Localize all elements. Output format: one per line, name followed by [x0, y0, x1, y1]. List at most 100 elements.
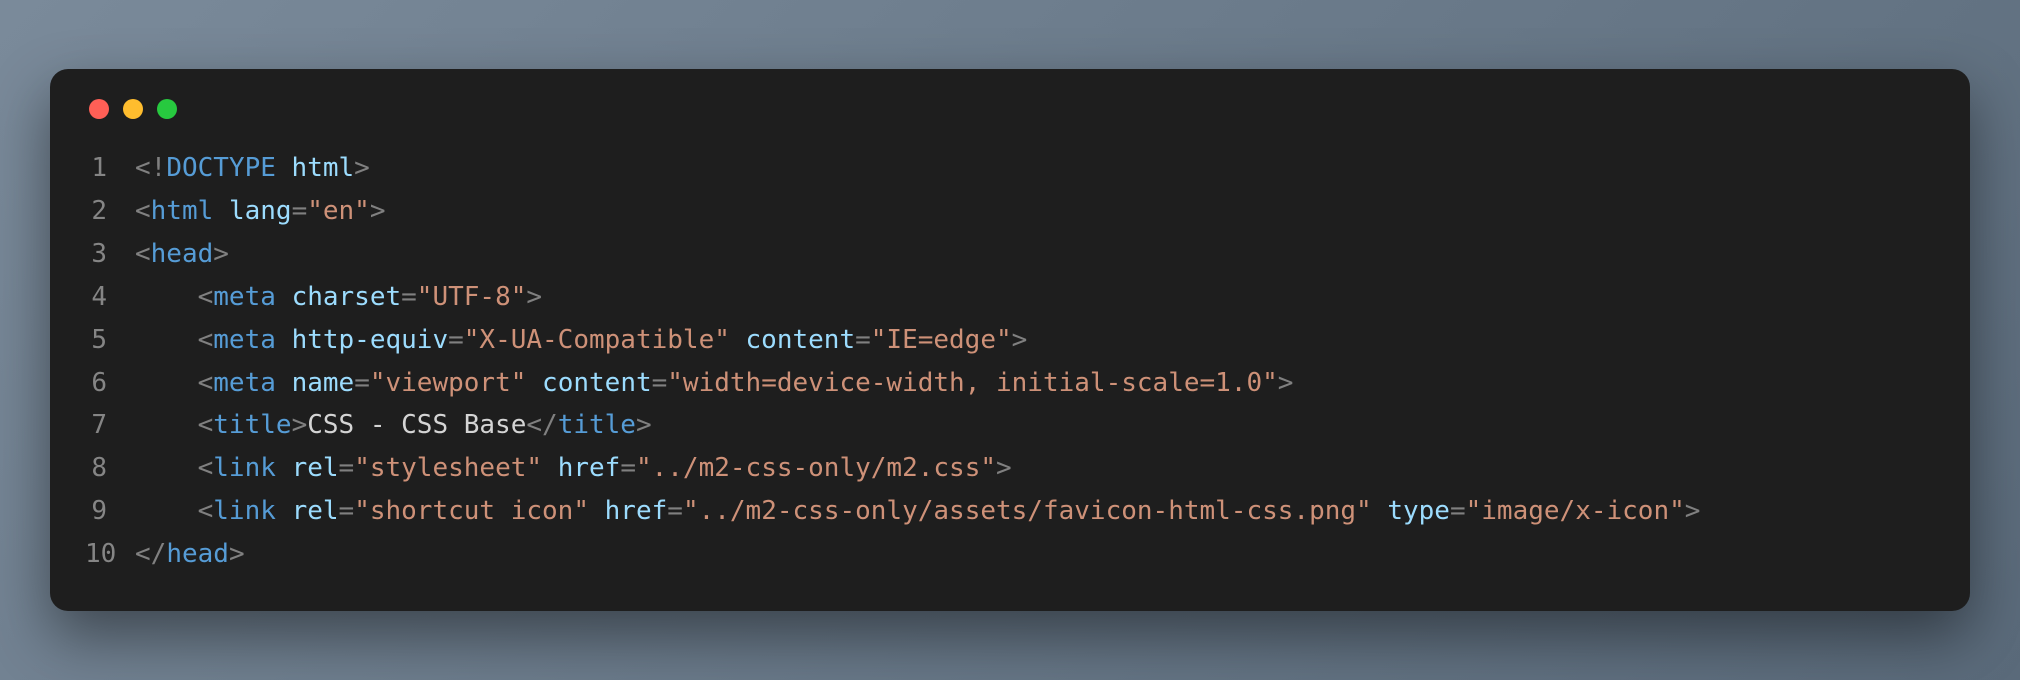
token-pun: < — [198, 368, 214, 398]
line-number: 2 — [85, 190, 135, 233]
token-txt — [730, 325, 746, 355]
token-pun: </ — [135, 539, 166, 569]
token-pun: = — [339, 496, 355, 526]
code-line[interactable]: 3<head> — [85, 233, 1935, 276]
token-str: "UTF-8" — [417, 282, 527, 312]
token-tag: meta — [213, 325, 276, 355]
code-line[interactable]: 1<!DOCTYPE html> — [85, 147, 1935, 190]
token-pun: = — [667, 496, 683, 526]
token-str: "width=device-width, initial-scale=1.0" — [667, 368, 1277, 398]
code-line[interactable]: 10</head> — [85, 533, 1935, 576]
token-pun: > — [636, 410, 652, 440]
token-txt — [276, 496, 292, 526]
token-pun: = — [401, 282, 417, 312]
token-str: "../m2-css-only/m2.css" — [636, 453, 996, 483]
token-str: "X-UA-Compatible" — [464, 325, 730, 355]
code-line[interactable]: 4 <meta charset="UTF-8"> — [85, 276, 1935, 319]
code-line[interactable]: 5 <meta http-equiv="X-UA-Compatible" con… — [85, 319, 1935, 362]
token-pun: < — [198, 496, 214, 526]
token-doctype: DOCTYPE — [166, 153, 276, 183]
token-txt — [276, 282, 292, 312]
token-tag: link — [213, 453, 276, 483]
token-str: "IE=edge" — [871, 325, 1012, 355]
token-attr: href — [558, 453, 621, 483]
token-pun: = — [855, 325, 871, 355]
token-pun: > — [1012, 325, 1028, 355]
minimize-icon[interactable] — [123, 99, 143, 119]
line-content[interactable]: <link rel="stylesheet" href="../m2-css-o… — [135, 447, 1935, 490]
token-txt: CSS - CSS Base — [307, 410, 526, 440]
token-txt — [276, 453, 292, 483]
token-str: "stylesheet" — [354, 453, 542, 483]
zoom-icon[interactable] — [157, 99, 177, 119]
token-pun: = — [652, 368, 668, 398]
token-pun: = — [354, 368, 370, 398]
token-pun: < — [198, 282, 214, 312]
line-number: 4 — [85, 276, 135, 319]
token-txt — [276, 368, 292, 398]
token-attr: http-equiv — [292, 325, 449, 355]
token-txt — [213, 196, 229, 226]
token-txt — [276, 153, 292, 183]
line-number: 1 — [85, 147, 135, 190]
token-tag: link — [213, 496, 276, 526]
line-number: 3 — [85, 233, 135, 276]
line-content[interactable]: <title>CSS - CSS Base</title> — [135, 404, 1935, 447]
token-txt — [542, 453, 558, 483]
token-pun: > — [370, 196, 386, 226]
token-pun: </ — [526, 410, 557, 440]
token-tag: meta — [213, 282, 276, 312]
line-content[interactable]: <html lang="en"> — [135, 190, 1935, 233]
token-attr: lang — [229, 196, 292, 226]
code-editor[interactable]: 1<!DOCTYPE html>2<html lang="en">3<head>… — [85, 147, 1935, 576]
token-attr: charset — [292, 282, 402, 312]
line-content[interactable]: <link rel="shortcut icon" href="../m2-cs… — [135, 490, 1935, 533]
token-attr: rel — [292, 496, 339, 526]
token-txt — [1372, 496, 1388, 526]
window-titlebar — [85, 99, 1935, 119]
token-str: "shortcut icon" — [354, 496, 589, 526]
token-pun: < — [135, 239, 151, 269]
token-pun: = — [620, 453, 636, 483]
line-content[interactable]: <meta charset="UTF-8"> — [135, 276, 1935, 319]
token-pun: > — [229, 539, 245, 569]
token-pun: > — [213, 239, 229, 269]
token-pun: > — [292, 410, 308, 440]
line-content[interactable]: <!DOCTYPE html> — [135, 147, 1935, 190]
line-content[interactable]: </head> — [135, 533, 1935, 576]
line-number: 7 — [85, 404, 135, 447]
close-icon[interactable] — [89, 99, 109, 119]
token-tag: meta — [213, 368, 276, 398]
token-str: "viewport" — [370, 368, 527, 398]
token-pun: > — [354, 153, 370, 183]
line-content[interactable]: <meta http-equiv="X-UA-Compatible" conte… — [135, 319, 1935, 362]
code-line[interactable]: 6 <meta name="viewport" content="width=d… — [85, 362, 1935, 405]
token-tag: head — [166, 539, 229, 569]
token-txt — [526, 368, 542, 398]
code-line[interactable]: 9 <link rel="shortcut icon" href="../m2-… — [85, 490, 1935, 533]
code-line[interactable]: 7 <title>CSS - CSS Base</title> — [85, 404, 1935, 447]
token-pun: = — [448, 325, 464, 355]
line-content[interactable]: <meta name="viewport" content="width=dev… — [135, 362, 1935, 405]
token-txt — [276, 325, 292, 355]
token-str: "en" — [307, 196, 370, 226]
token-pun: < — [198, 453, 214, 483]
token-tag: title — [558, 410, 636, 440]
code-line[interactable]: 8 <link rel="stylesheet" href="../m2-css… — [85, 447, 1935, 490]
token-pun: = — [339, 453, 355, 483]
line-number: 10 — [85, 533, 135, 576]
token-pun: <! — [135, 153, 166, 183]
line-content[interactable]: <head> — [135, 233, 1935, 276]
token-pun: > — [1278, 368, 1294, 398]
token-pun: > — [1685, 496, 1701, 526]
token-attr: content — [746, 325, 856, 355]
token-attr: rel — [292, 453, 339, 483]
token-attr: type — [1387, 496, 1450, 526]
line-number: 6 — [85, 362, 135, 405]
token-attr: href — [605, 496, 668, 526]
token-str: "image/x-icon" — [1466, 496, 1685, 526]
token-tag: head — [151, 239, 214, 269]
code-line[interactable]: 2<html lang="en"> — [85, 190, 1935, 233]
token-tag: title — [213, 410, 291, 440]
token-pun: < — [135, 196, 151, 226]
